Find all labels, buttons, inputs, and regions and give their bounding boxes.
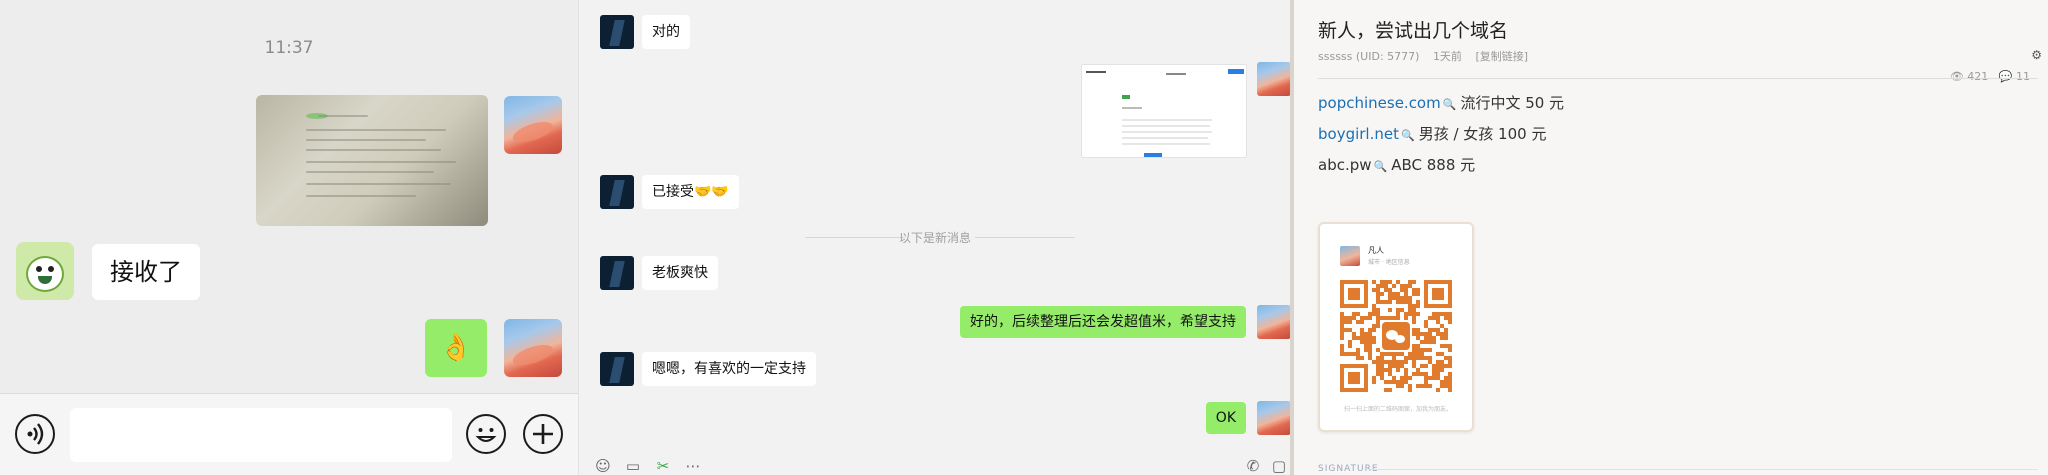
voice-button[interactable] [15,414,55,454]
ok-emoji-bubble[interactable]: 👌 [425,319,487,377]
view-count: 421 [1967,70,1989,83]
chat-history-icon[interactable]: ⋯ [685,458,701,474]
message-bubble[interactable]: 嗯嗯，有喜欢的一定支持 [642,352,816,386]
post-author[interactable]: ssssss (UID: 5777) [1318,50,1419,63]
received-photo[interactable] [256,95,488,226]
reply-icon: 💬 [1998,70,2013,83]
new-messages-divider: 以下是新消息 [898,231,971,245]
received-text-bubble[interactable]: 接收了 [92,244,200,300]
qr-owner-name: 凡人 [1368,246,1384,255]
voice-icon [27,423,44,445]
smiley-icon [475,428,497,442]
contact-avatar[interactable] [600,175,634,209]
folder-icon[interactable]: ▭ [625,458,641,474]
screenshot-image[interactable] [1081,64,1247,158]
qr-footer: 扫一扫上面的二维码图案，加我为朋友。 [1343,406,1452,413]
contact-avatar[interactable] [600,15,634,49]
post-age: 1天前 [1432,50,1462,63]
search-icon[interactable]: 🔍 [1443,98,1457,111]
contact-avatar[interactable] [600,352,634,386]
qr-code [1340,280,1452,392]
plus-icon [533,424,553,444]
message-input[interactable] [70,408,452,462]
views-icon: 👁 [1949,70,1964,83]
post-stats: 👁 421 💬 11 [1950,70,2030,83]
left-chat-pane: 11:37 接收了 👌 [0,0,578,475]
video-call-icon[interactable]: ▢ [1271,458,1287,474]
domain-row: popchinese.com 🔍 流行中文 50 元 [1318,92,1564,113]
message-timestamp: 11:37 [264,38,314,58]
copy-link-button[interactable]: [复制链接] [1475,50,1528,63]
contact-avatar[interactable] [16,242,74,300]
domain-link[interactable]: popchinese.com [1318,94,1441,112]
forum-post-pane: 新人，尝试出几个域名 ssssss (UID: 5777) 1天前 [复制链接]… [1290,0,2048,475]
domain-row: boygirl.net 🔍 男孩 / 女孩 100 元 [1318,123,1546,144]
self-avatar[interactable] [504,319,562,377]
message-bubble[interactable]: 已接受🤝🤝 [642,175,739,209]
self-avatar[interactable] [504,96,562,154]
sent-message-bubble[interactable]: OK [1205,402,1246,434]
emoji-icon[interactable]: ☺ [595,458,611,474]
reply-count: 11 [2016,70,2030,83]
middle-chat-pane: 对的 已接受🤝🤝 以下是新消息 老板爽快 好的，后续整理后还会发超值米，希望支持… [578,0,1290,475]
signature-divider [1368,469,2038,470]
self-avatar[interactable] [1257,401,1290,435]
divider-line [975,237,1075,238]
domain-desc: 流行中文 50 元 [1460,94,1565,112]
search-icon[interactable]: 🔍 [1374,160,1388,173]
self-avatar[interactable] [1257,305,1290,339]
emoji-button[interactable] [466,414,506,454]
input-toolbar [0,393,578,475]
scissors-icon[interactable]: ✂ [655,458,671,474]
more-button[interactable] [523,414,563,454]
domain-row: abc.pw 🔍 ABC 888 元 [1318,154,1475,175]
qr-owner-avatar [1340,246,1360,266]
message-bubble[interactable]: 对的 [642,15,690,49]
post-meta: ssssss (UID: 5777) 1天前 [复制链接] [1318,48,1538,64]
wechat-qr-card[interactable]: 凡人 城市 · 地区信息 扫一扫上面的二维码图案，加我为朋友。 [1318,222,1474,432]
qr-owner-region: 城市 · 地区信息 [1368,259,1410,266]
domain-link[interactable]: boygirl.net [1318,125,1399,143]
message-bubble[interactable]: 老板爽快 [642,256,718,290]
title-divider [1318,78,2038,79]
post-title: 新人，尝试出几个域名 [1318,20,1509,42]
contact-avatar[interactable] [600,256,634,290]
search-icon[interactable]: 🔍 [1401,129,1415,142]
domain-desc: ABC 888 元 [1391,156,1476,174]
sent-message-bubble[interactable]: 好的，后续整理后还会发超值米，希望支持 [960,306,1246,338]
phone-icon[interactable]: ✆ [1245,458,1261,474]
domain-desc: 男孩 / 女孩 100 元 [1418,125,1547,143]
domain-text: abc.pw [1318,156,1372,174]
gear-icon[interactable]: ⚙ [2031,48,2042,62]
self-avatar[interactable] [1257,62,1290,96]
